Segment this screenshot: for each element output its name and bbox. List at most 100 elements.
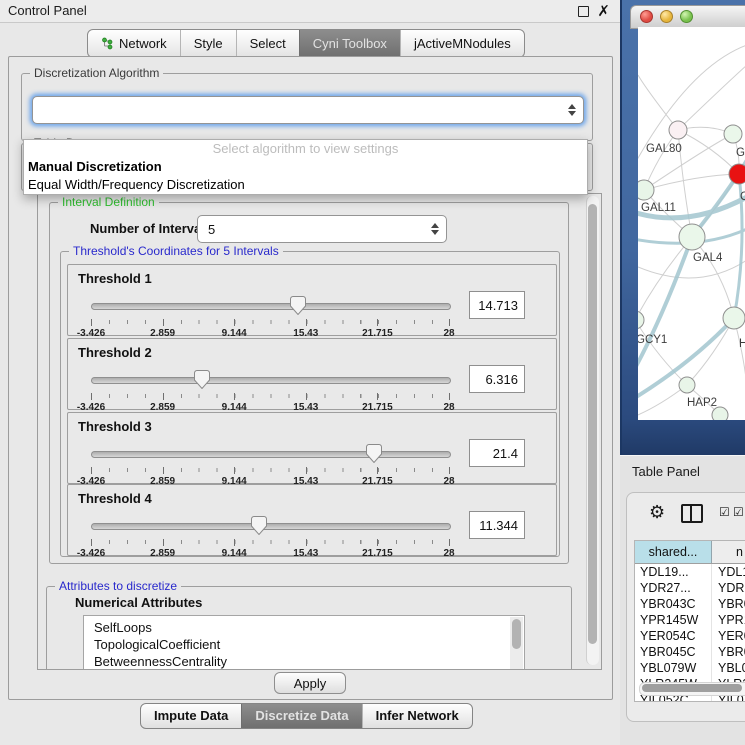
vertical-scrollbar[interactable]: [586, 196, 599, 665]
settings-scroll-panel: Interval Definition Number of Intervals …: [37, 193, 602, 670]
algorithm-placeholder: Select algorithm to view settings: [24, 140, 587, 158]
node-gal11: [638, 180, 654, 200]
slider-ticks: -3.426 2.859 9.144 15.43 21.715 28: [91, 393, 449, 399]
node-hap2: [679, 377, 695, 393]
float-window-icon[interactable]: [578, 6, 589, 17]
zoom-traffic-light[interactable]: [680, 10, 693, 23]
interval-definition-group: Interval Definition Number of Intervals …: [49, 202, 569, 564]
slider-thumb[interactable]: [251, 516, 267, 535]
discretization-algorithm-group: Discretization Algorithm: [21, 73, 593, 141]
scrollbar-thumb[interactable]: [512, 619, 521, 649]
threshold-panel: Threshold 3 -3.426 2.859 9.144: [67, 412, 557, 484]
attributes-group: Attributes to discretize Numerical Attri…: [46, 586, 572, 670]
bottom-tab-bar: Impute Data Discretize Data Infer Networ…: [140, 703, 473, 729]
list-scrollbar[interactable]: [510, 617, 523, 670]
number-of-intervals-label: Number of Intervals: [90, 221, 212, 236]
slider-ticks: -3.426 2.859 9.144 15.43 21.715 28: [91, 467, 449, 473]
checkbox-icon[interactable]: ☑: [719, 505, 730, 519]
node-g-partial: [724, 125, 742, 143]
list-item[interactable]: BetweennessCentrality: [84, 653, 524, 670]
table-row[interactable]: YBR045CYBR0: [635, 644, 745, 660]
table-row[interactable]: YDR27...YDR2: [635, 580, 745, 596]
column-header-shared-name[interactable]: shared...: [635, 541, 712, 563]
scrollbar-thumb[interactable]: [642, 684, 742, 692]
slider-track[interactable]: [91, 377, 451, 384]
tab-impute-data[interactable]: Impute Data: [141, 704, 241, 728]
thresholds-group: Threshold's Coordinates for 5 Intervals …: [60, 251, 560, 557]
thresholds-group-title: Threshold's Coordinates for 5 Intervals: [69, 244, 283, 258]
close-traffic-light[interactable]: [640, 10, 653, 23]
minimize-traffic-light[interactable]: [660, 10, 673, 23]
combo-stepper-icon: [431, 223, 439, 235]
scrollbar-thumb[interactable]: [588, 204, 597, 644]
tab-style[interactable]: Style: [180, 30, 236, 57]
threshold-value-field[interactable]: 14.713: [469, 291, 525, 319]
tab-jactivemnodules[interactable]: jActiveMNodules: [400, 30, 524, 57]
network-canvas[interactable]: GAL80 G. C GAL11 GAL4 GCY1 H HAP2: [638, 27, 745, 420]
numerical-attributes-list[interactable]: SelfLoops TopologicalCoefficient Between…: [83, 615, 525, 670]
table-panel-inner: ⚙ ☑ ☑ shared... n YDL19...YDL1 YDR27...Y…: [626, 492, 745, 722]
table-row[interactable]: YBR043CYBR0: [635, 596, 745, 612]
tab-infer-network[interactable]: Infer Network: [362, 704, 472, 728]
node-red: [729, 164, 745, 184]
table-row[interactable]: YER054CYER0: [635, 628, 745, 644]
attributes-group-title: Attributes to discretize: [55, 579, 181, 593]
node-label-g: G.: [736, 147, 745, 159]
apply-button[interactable]: Apply: [274, 672, 346, 694]
algorithm-dropdown-popup: Select algorithm to view settings Manual…: [23, 139, 588, 195]
slider-thumb[interactable]: [366, 444, 382, 463]
table-row[interactable]: YBL079WYBL0: [635, 660, 745, 676]
network-icon: [101, 37, 114, 50]
column-header-name[interactable]: n: [712, 541, 745, 563]
control-panel-titlebar: Control Panel ✗: [0, 0, 620, 23]
slider-track[interactable]: [91, 451, 451, 458]
threshold-value-field[interactable]: 21.4: [469, 439, 525, 467]
algorithm-combo[interactable]: [32, 96, 584, 124]
list-item[interactable]: TopologicalCoefficient: [84, 636, 524, 653]
tab-cyni-toolbox[interactable]: Cyni Toolbox: [299, 30, 400, 57]
table-toolbar: ⚙ ☑ ☑: [627, 499, 745, 531]
threshold-value-field[interactable]: 6.316: [469, 365, 525, 393]
slider-track[interactable]: [91, 523, 451, 530]
slider-ticks: -3.426 2.859 9.144 15.43 21.715 28: [91, 319, 449, 325]
close-icon[interactable]: ✗: [597, 0, 610, 22]
threshold-slider[interactable]: -3.426 2.859 9.144 15.43 21.715 28: [91, 295, 449, 333]
horizontal-scrollbar[interactable]: [639, 682, 745, 696]
threshold-slider[interactable]: -3.426 2.859 9.144 15.43 21.715 28: [91, 443, 449, 481]
threshold-slider[interactable]: -3.426 2.859 9.144 15.43 21.715 28: [91, 369, 449, 407]
threshold-value-field[interactable]: 11.344: [469, 511, 525, 539]
checkbox-icon[interactable]: ☑: [733, 505, 744, 519]
threshold-slider[interactable]: -3.426 2.859 9.144 15.43 21.715 28: [91, 515, 449, 553]
node-label-gal4: GAL4: [693, 252, 723, 264]
threshold-panel: Threshold 1 -3.426 2.859 9.144: [67, 264, 557, 336]
interval-definition-title: Interval Definition: [58, 195, 159, 209]
slider-thumb[interactable]: [290, 296, 306, 315]
slider-ticks: -3.426 2.859 9.144 15.43 21.715 28: [91, 539, 449, 545]
control-panel-window: Control Panel ✗ Network Style Select Cyn…: [0, 0, 620, 745]
slider-track[interactable]: [91, 303, 451, 310]
node-label-gcy1: GCY1: [638, 334, 667, 346]
discretization-algorithm-title: Discretization Algorithm: [30, 66, 163, 80]
node-table: shared... n YDL19...YDL1 YDR27...YDR2 YB…: [634, 540, 745, 702]
list-item[interactable]: SelfLoops: [84, 616, 524, 636]
node-gcy1: [638, 311, 644, 329]
tab-discretize-data[interactable]: Discretize Data: [241, 704, 361, 728]
node-label-h: H: [739, 338, 745, 350]
combo-stepper-icon: [568, 104, 576, 116]
slider-thumb[interactable]: [194, 370, 210, 389]
number-of-intervals-combo[interactable]: 5: [197, 215, 447, 243]
panel-title: Control Panel: [8, 0, 87, 22]
algorithm-option-equal-width[interactable]: Equal Width/Frequency Discretization: [24, 176, 587, 194]
tab-network[interactable]: Network: [88, 30, 180, 57]
algorithm-option-manual[interactable]: Manual Discretization: [24, 158, 587, 176]
table-panel-header: Table Panel: [620, 455, 745, 488]
table-row[interactable]: YDL19...YDL1: [635, 564, 745, 580]
number-of-intervals-value: 5: [208, 222, 215, 237]
table-row[interactable]: YPR145WYPR1: [635, 612, 745, 628]
network-graph: GAL80 G. C GAL11 GAL4 GCY1 H HAP2: [638, 27, 745, 420]
numerical-attributes-label: Numerical Attributes: [75, 595, 202, 610]
node-gal80: [669, 121, 687, 139]
tab-select[interactable]: Select: [236, 30, 299, 57]
gear-icon[interactable]: ⚙: [649, 502, 665, 523]
split-columns-icon[interactable]: [681, 504, 703, 523]
